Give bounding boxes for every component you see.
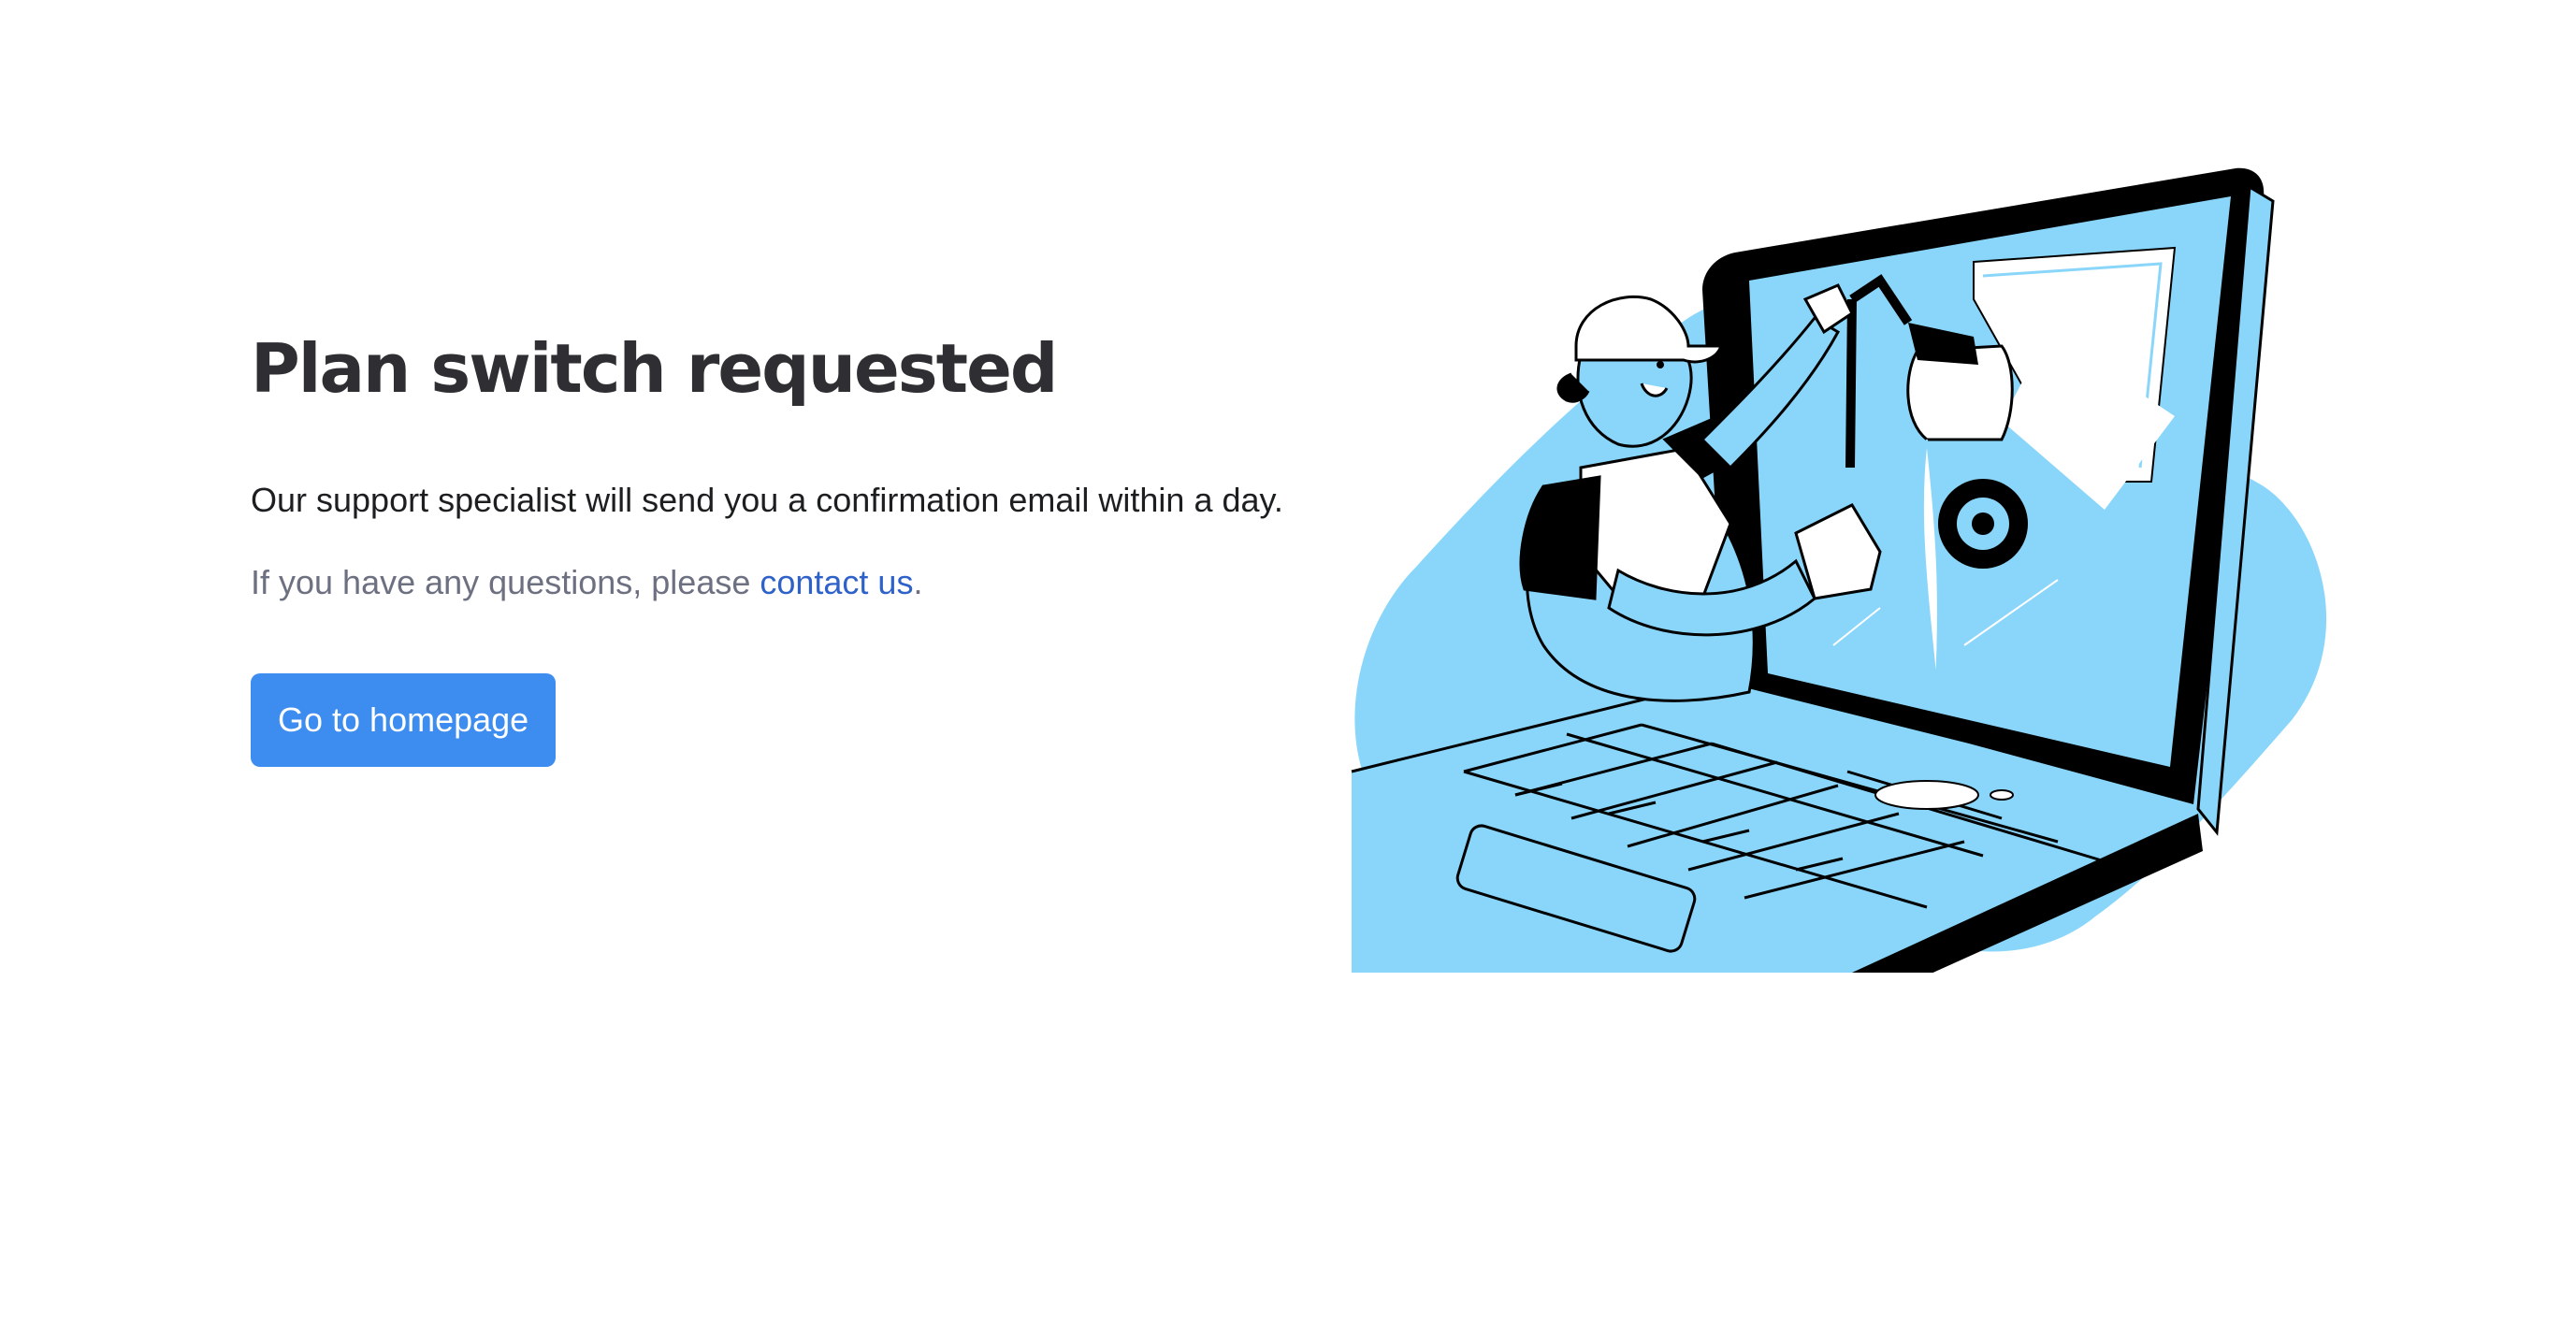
go-to-homepage-button[interactable]: Go to homepage — [251, 673, 557, 767]
main-content: Plan switch requested Our support specia… — [251, 327, 1298, 767]
laptop-repair-illustration — [1351, 167, 2327, 973]
confirmation-message: Our support specialist will send you a c… — [251, 481, 1283, 519]
questions-prefix: If you have any questions, please — [251, 563, 760, 601]
page-title: Plan switch requested — [251, 329, 1058, 408]
paint-drip — [1874, 780, 1979, 810]
questions-text: If you have any questions, please contac… — [251, 557, 1298, 608]
questions-suffix: . — [913, 563, 923, 601]
contact-us-link[interactable]: contact us — [760, 563, 913, 601]
